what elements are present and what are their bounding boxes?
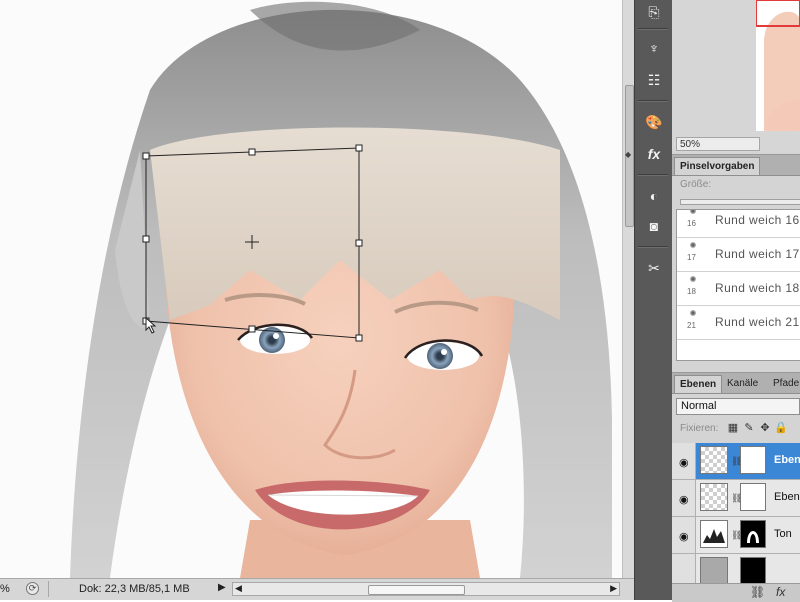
brush-tip-icon — [690, 310, 696, 316]
brush-name: Rund weich 16 — [715, 213, 800, 227]
dock-separator — [638, 28, 668, 30]
status-zoom[interactable]: % — [0, 583, 10, 595]
adjustments-icon[interactable]: ◐ — [642, 184, 666, 208]
vertical-scrollbar[interactable]: ◆ — [622, 0, 634, 578]
panel-icon-dock: ⎘ ♆ ☷ 🎨 fx ◐ ◙ ✂ — [634, 0, 672, 600]
mask-thumbnail[interactable] — [740, 446, 766, 474]
layer-thumbnail — [700, 483, 728, 511]
fx-styles-icon[interactable]: fx — [642, 142, 666, 166]
brush-size-label: Größe: — [680, 179, 712, 190]
usb-icon[interactable]: ♆ — [642, 36, 666, 60]
brush-list[interactable]: 16 Rund weich 16 17 Rund weich 17 18 Run… — [676, 209, 800, 361]
lock-label: Fixieren: — [680, 423, 719, 434]
status-bar: % ⟳ Dok: 22,3 MB/85,1 MB ▶ ◀ ▶ — [0, 578, 634, 600]
list-item[interactable]: 21 Rund weich 21 — [677, 306, 800, 340]
layer-name: Ton — [774, 528, 792, 540]
scroll-arrow-icon[interactable]: ◆ — [625, 150, 631, 159]
mask-thumbnail[interactable] — [740, 483, 766, 511]
layer-thumbnail — [700, 557, 728, 585]
brush-size-number: 21 — [687, 321, 696, 330]
tab-pfade[interactable]: Pfade — [768, 375, 800, 393]
layer-row[interactable]: ◉ ⛓ Ton — [672, 517, 800, 554]
lock-pixels-icon[interactable]: ✎ — [742, 421, 756, 435]
dock-separator — [638, 174, 668, 176]
link-layers-icon[interactable]: ⛓ — [750, 585, 765, 599]
navigator-thumbnail[interactable] — [756, 0, 800, 131]
scroll-right-icon[interactable]: ▶ — [610, 583, 617, 594]
horizontal-scroll-thumb[interactable] — [368, 585, 465, 595]
horizontal-scrollbar[interactable]: ◀ ▶ — [232, 582, 620, 596]
brush-size-number: 16 — [687, 219, 696, 228]
brush-presets-panel: Pinselvorgaben Größe: 16 Rund weich 16 1… — [672, 154, 800, 367]
swatches-icon[interactable]: 🎨 — [642, 110, 666, 134]
layer-thumbnail — [700, 446, 728, 474]
portrait-photo — [0, 0, 622, 578]
list-item[interactable]: 17 Rund weich 17 — [677, 238, 800, 272]
tab-pinselvorgaben[interactable]: Pinselvorgaben — [674, 157, 761, 175]
eye-icon[interactable]: ◉ — [679, 456, 689, 469]
layer-name: Ebene — [774, 491, 800, 503]
navigator-panel: 50% — [672, 0, 800, 152]
layer-row[interactable]: ◉ ⛓ Ebene — [672, 443, 800, 480]
layer-row[interactable] — [672, 554, 800, 585]
layers-panel: Ebenen Kanäle Pfade Normal Fixieren: ▦ ✎… — [672, 372, 800, 602]
mask-thumbnail[interactable] — [740, 557, 766, 585]
tool-presets-icon[interactable]: ☷ — [642, 68, 666, 92]
brush-size-slider[interactable] — [680, 199, 800, 205]
tab-ebenen[interactable]: Ebenen — [674, 375, 723, 393]
eye-icon[interactable]: ◉ — [679, 530, 689, 543]
layer-row[interactable]: ◉ ⛓ Ebene — [672, 480, 800, 517]
document-size-info: Dok: 22,3 MB/85,1 MB — [48, 581, 214, 597]
clone-source-icon[interactable]: ✂ — [642, 256, 666, 280]
layer-name: Ebene — [774, 454, 800, 466]
brush-tip-icon — [690, 210, 696, 214]
brush-tip-icon — [690, 242, 696, 248]
dock-separator — [638, 100, 668, 102]
document-profile-icon[interactable]: ⟳ — [26, 582, 39, 595]
dock-separator — [638, 246, 668, 248]
scroll-left-icon[interactable]: ◀ — [235, 583, 242, 594]
brush-size-number: 17 — [687, 253, 696, 262]
list-item[interactable]: 18 Rund weich 18 — [677, 272, 800, 306]
masks-icon[interactable]: ◙ — [642, 214, 666, 238]
mask-thumbnail[interactable] — [740, 520, 766, 548]
visibility-column — [672, 554, 696, 583]
brush-name: Rund weich 18 — [715, 281, 800, 295]
blend-mode-select[interactable]: Normal — [676, 398, 800, 415]
brush-panel-tabs: Pinselvorgaben — [672, 155, 800, 176]
layers-panel-tabs: Ebenen Kanäle Pfade — [672, 373, 800, 394]
list-item[interactable]: 16 Rund weich 16 — [677, 210, 800, 238]
brush-name: Rund weich 21 — [715, 315, 800, 329]
lock-all-icon[interactable]: 🔒 — [774, 421, 788, 435]
layers-footer: ⛓ fx — [672, 583, 800, 602]
history-icon[interactable]: ⎘ — [642, 0, 666, 24]
lock-position-icon[interactable]: ✥ — [758, 421, 772, 435]
brush-size-number: 18 — [687, 287, 696, 296]
tab-kanaele[interactable]: Kanäle — [722, 375, 763, 393]
tone-curve-icon — [700, 520, 728, 548]
lock-transparency-icon[interactable]: ▦ — [726, 421, 740, 435]
brush-tip-icon — [690, 276, 696, 282]
brush-name: Rund weich 17 — [715, 247, 800, 261]
document-canvas[interactable] — [0, 0, 622, 578]
panels-column: 50% Pinselvorgaben Größe: 16 Rund weich … — [672, 0, 800, 602]
status-menu-arrow-icon[interactable]: ▶ — [218, 582, 226, 593]
eye-icon[interactable]: ◉ — [679, 493, 689, 506]
layer-style-button[interactable]: fx — [776, 585, 785, 599]
navigator-zoom-field[interactable]: 50% — [676, 137, 760, 151]
